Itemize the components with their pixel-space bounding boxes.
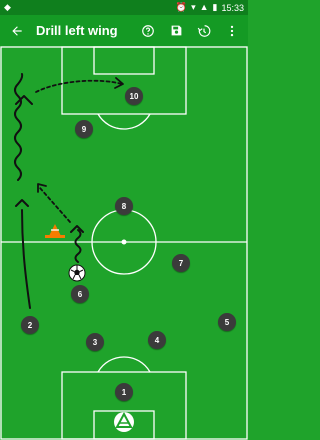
player-10[interactable]: 10 bbox=[125, 87, 143, 105]
player-3[interactable]: 3 bbox=[86, 333, 104, 351]
more-vert-icon bbox=[230, 25, 234, 36]
save-icon bbox=[171, 25, 181, 36]
top-goal-area bbox=[93, 46, 155, 75]
center-spot bbox=[121, 239, 127, 245]
wifi-icon: ▾ bbox=[191, 2, 196, 12]
top-penalty-arc bbox=[97, 113, 151, 130]
status-left: ◆ bbox=[4, 3, 11, 12]
dribble-arrow bbox=[14, 73, 33, 181]
alarm-icon: ⏰ bbox=[175, 2, 188, 12]
history-icon bbox=[197, 24, 211, 37]
run-arrow-1 bbox=[15, 199, 31, 309]
player-1[interactable]: 1 bbox=[115, 383, 133, 401]
help-button[interactable] bbox=[138, 21, 158, 41]
back-button[interactable] bbox=[6, 20, 28, 42]
more-options-button[interactable] bbox=[222, 21, 242, 41]
pass-arrow-1 bbox=[39, 187, 71, 223]
pass-arrow-2 bbox=[35, 79, 123, 93]
player-7[interactable]: 7 bbox=[172, 254, 190, 272]
player-6[interactable]: 6 bbox=[71, 285, 89, 303]
help-icon bbox=[142, 24, 154, 37]
status-right: ⏰ ▾ ▲ ▮ 15:33 bbox=[176, 3, 244, 13]
player-9[interactable]: 9 bbox=[75, 120, 93, 138]
history-button[interactable] bbox=[194, 21, 214, 41]
battery-icon: ▮ bbox=[212, 2, 218, 12]
tactics-field[interactable]: 1 2 3 4 5 6 7 8 9 10 bbox=[0, 46, 248, 440]
status-time: 15:33 bbox=[221, 2, 244, 13]
soccer-ball[interactable] bbox=[68, 264, 86, 282]
goalkeeper-icon[interactable] bbox=[114, 411, 134, 432]
top-penalty-area bbox=[61, 46, 187, 115]
app-bar: Drill left wing bbox=[0, 15, 248, 46]
android-notification-icon: ◆ bbox=[4, 2, 11, 12]
status-bar: ◆ ⏰ ▾ ▲ ▮ 15:33 bbox=[0, 0, 248, 15]
player-2[interactable]: 2 bbox=[21, 316, 39, 334]
pitch-markings bbox=[0, 46, 248, 440]
player-5[interactable]: 5 bbox=[218, 313, 236, 331]
bottom-penalty-arc bbox=[97, 356, 151, 373]
back-arrow-icon bbox=[12, 25, 22, 36]
player-8[interactable]: 8 bbox=[115, 197, 133, 215]
app-bar-actions bbox=[138, 21, 242, 41]
save-button[interactable] bbox=[166, 21, 186, 41]
cellular-signal-icon: ▲ bbox=[199, 2, 209, 12]
drill-title: Drill left wing bbox=[36, 23, 118, 38]
player-4[interactable]: 4 bbox=[148, 331, 166, 349]
dribble-arrow-2 bbox=[70, 225, 84, 263]
training-cone[interactable] bbox=[45, 224, 65, 238]
